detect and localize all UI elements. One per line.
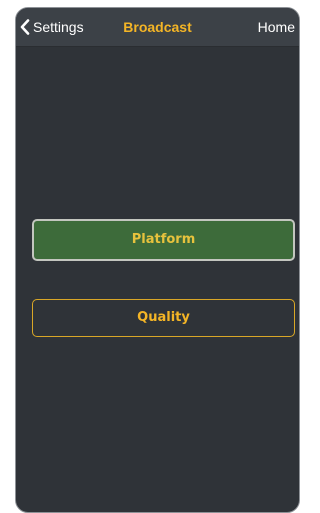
app-screen: Settings Broadcast Home Platform Quality — [15, 7, 300, 513]
platform-button-label: Platform — [131, 232, 196, 247]
quality-button-label: Quality — [137, 310, 190, 325]
back-button[interactable]: Settings — [20, 8, 84, 46]
chevron-left-icon — [20, 19, 30, 35]
back-button-label: Settings — [33, 19, 84, 35]
home-button[interactable]: Home — [258, 8, 295, 46]
quality-button[interactable]: Quality — [32, 299, 295, 337]
platform-button[interactable]: Platform — [32, 219, 295, 261]
navigation-bar: Settings Broadcast Home — [16, 8, 299, 47]
